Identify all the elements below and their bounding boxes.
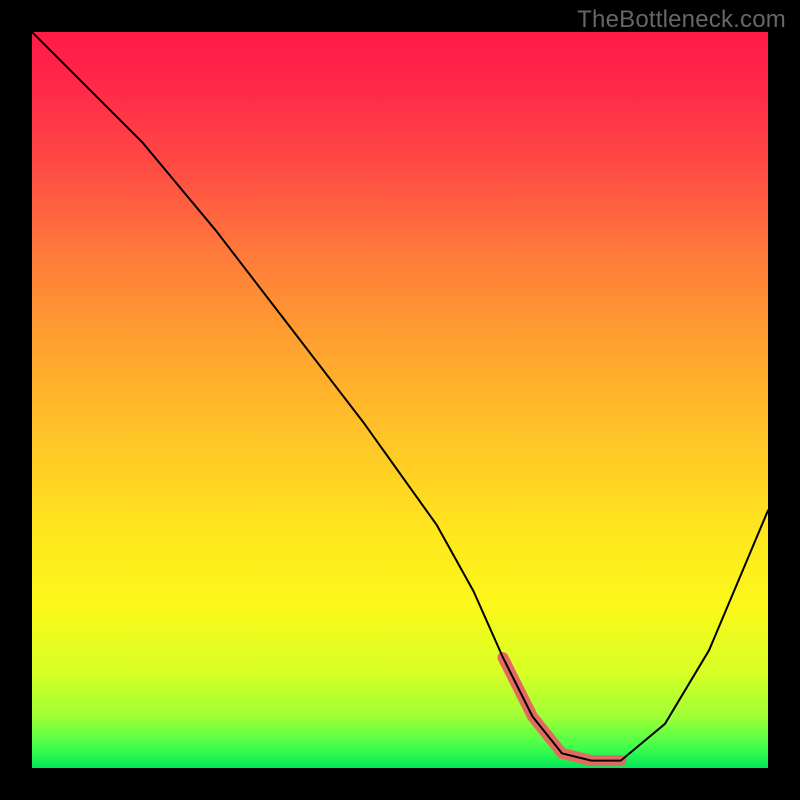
plot-area	[32, 32, 768, 768]
chart-frame: TheBottleneck.com	[0, 0, 800, 800]
optimal-region-highlight	[503, 658, 621, 761]
chart-svg	[32, 32, 768, 768]
watermark-text: TheBottleneck.com	[577, 6, 786, 34]
bottleneck-curve	[32, 32, 768, 761]
